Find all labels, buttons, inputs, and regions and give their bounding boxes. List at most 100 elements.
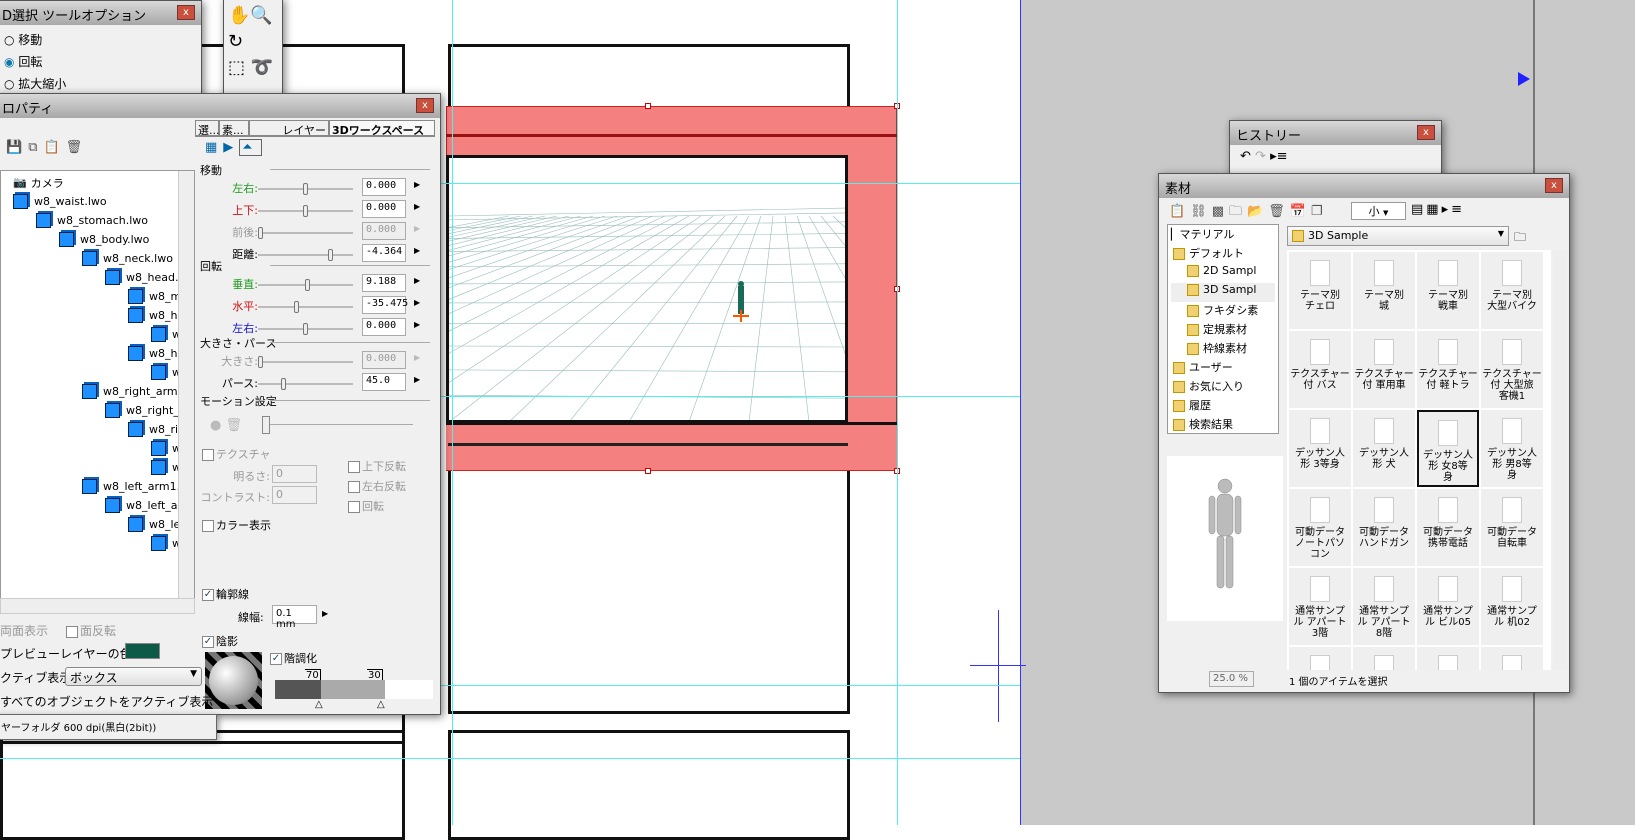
- redo-icon[interactable]: ↷: [1255, 149, 1266, 164]
- param-value-field[interactable]: 0.000: [362, 178, 406, 196]
- motion-slider-thumb[interactable]: [262, 416, 270, 434]
- param-slider[interactable]: [258, 378, 353, 390]
- zoom-field[interactable]: 25.0 %: [1209, 671, 1254, 687]
- folder-tree-item[interactable]: 2D Sampl: [1171, 264, 1275, 283]
- folder-tree-item[interactable]: 履歴: [1171, 397, 1275, 416]
- folder-tree-item[interactable]: 検索結果: [1171, 416, 1275, 433]
- delete-icon[interactable]: 🗑: [1268, 204, 1290, 219]
- active-display-select[interactable]: ボックス ▼: [65, 667, 202, 686]
- outline-checkbox[interactable]: ✓ 輪郭線: [202, 586, 249, 602]
- material-item[interactable]: [1417, 647, 1479, 670]
- param-value-field[interactable]: 45.0: [362, 373, 406, 391]
- increment-arrow-icon[interactable]: ▶: [414, 276, 420, 285]
- material-item[interactable]: デッサン人 形 犬: [1353, 410, 1415, 487]
- tree-hscrollbar[interactable]: [0, 598, 195, 614]
- folder-tree-item[interactable]: デフォルト: [1171, 245, 1275, 264]
- material-item[interactable]: 可動データ ハンドガン: [1353, 489, 1415, 566]
- gradation-handle-1[interactable]: △: [315, 699, 323, 710]
- slider-thumb[interactable]: [258, 227, 263, 239]
- object-tree[interactable]: 📷 カメラ w8_waist.lwo w8_stomach.lwo w8_body.lw…: [0, 170, 195, 600]
- folder-tree-item[interactable]: 定規素材: [1171, 321, 1275, 340]
- material-item[interactable]: テクスチャー 付 バス: [1289, 331, 1351, 408]
- delete-icon[interactable]: 🗑: [66, 140, 89, 155]
- paste-icon[interactable]: 📋: [1169, 204, 1190, 219]
- param-slider[interactable]: [258, 183, 353, 195]
- face-flip-checkbox[interactable]: 面反転: [66, 622, 116, 639]
- param-slider[interactable]: [258, 249, 353, 261]
- tree-item[interactable]: 📷 カメラ: [13, 173, 64, 192]
- handle[interactable]: [645, 468, 651, 474]
- gradation-bar[interactable]: [275, 680, 433, 699]
- increment-arrow-icon[interactable]: ▶: [414, 224, 420, 233]
- texture-rotate-checkbox[interactable]: 回転: [348, 498, 384, 514]
- slider-thumb[interactable]: [258, 356, 263, 368]
- menu-icon[interactable]: ▸≡: [1442, 202, 1465, 217]
- material-item[interactable]: 通常サンプ ル アパート 3階: [1289, 568, 1351, 645]
- close-button[interactable]: x: [416, 98, 434, 113]
- windows-icon[interactable]: ❐: [1311, 204, 1328, 219]
- folder-tree-item[interactable]: お気に入り: [1171, 378, 1275, 397]
- material-item[interactable]: テーマ別 チェロ: [1289, 252, 1351, 329]
- increment-arrow-icon[interactable]: ▶: [414, 375, 420, 384]
- increment-arrow-icon[interactable]: ▶: [414, 180, 420, 189]
- contrast-field[interactable]: 0: [272, 486, 317, 504]
- all-active-label[interactable]: すべてのオブジェクトをアクティブ表示: [0, 693, 213, 710]
- increment-arrow-icon[interactable]: ▶: [414, 320, 420, 329]
- material-item[interactable]: テーマ別 大型バイク: [1481, 252, 1543, 329]
- material-item[interactable]: 可動データ 自転車: [1481, 489, 1543, 566]
- tab-select[interactable]: 選...: [195, 120, 220, 137]
- gradation-handle-2[interactable]: △: [377, 699, 385, 710]
- param-slider[interactable]: [258, 227, 353, 239]
- ground-icon[interactable]: ⏶: [239, 139, 262, 156]
- lasso-icon[interactable]: ➰: [251, 57, 273, 78]
- copy-icon[interactable]: ⧉: [28, 140, 43, 155]
- param-value-field[interactable]: 0.000: [362, 200, 406, 218]
- increment-arrow-icon[interactable]: ▶: [414, 298, 420, 307]
- folder-tree-item[interactable]: 3D Sampl: [1171, 283, 1275, 302]
- preview-color-swatch[interactable]: [125, 643, 160, 659]
- material-item[interactable]: テーマ別 戦車: [1417, 252, 1479, 329]
- param-value-field[interactable]: -35.475: [362, 296, 408, 314]
- save-icon[interactable]: 💾: [6, 140, 28, 155]
- play-icon[interactable]: ▶: [223, 140, 239, 155]
- material-item[interactable]: デッサン人 形 男8等 身: [1481, 410, 1543, 487]
- material-item[interactable]: テクスチャー 付 軍用車: [1353, 331, 1415, 408]
- material-item[interactable]: テクスチャー 付 軽トラ: [1417, 331, 1479, 408]
- list-view-icon[interactable]: ▤: [1411, 202, 1426, 217]
- increment-arrow-icon[interactable]: ▶: [414, 353, 420, 362]
- folder-tree-item[interactable]: ユーザー: [1171, 359, 1275, 378]
- thumbnail-size-select[interactable]: 小 ▼: [1351, 202, 1406, 220]
- material-item[interactable]: デッサン人 形 女8等 身: [1417, 410, 1479, 487]
- param-slider[interactable]: [258, 323, 353, 335]
- open-folder-icon[interactable]: 📂: [1247, 204, 1268, 219]
- radio-rotate[interactable]: ◉ 回転: [4, 51, 193, 73]
- tab-layer[interactable]: レイヤー: [249, 120, 329, 137]
- 3d-viewport[interactable]: [446, 155, 848, 423]
- increment-arrow-icon[interactable]: ▶: [414, 202, 420, 211]
- material-folder-tree[interactable]: ▏マテリアル デフォルト 2D Sampl 3D Sampl フキダシ素 定規素材 枠線素材…: [1167, 224, 1279, 434]
- param-value-field[interactable]: 0.000: [362, 351, 406, 369]
- radio-scale[interactable]: ○ 拡大縮小: [4, 73, 193, 95]
- close-button[interactable]: x: [1417, 125, 1435, 140]
- increment-arrow-icon[interactable]: ▶: [414, 246, 420, 255]
- material-item[interactable]: [1289, 647, 1351, 670]
- tree-item[interactable]: w8_waist.lwo: [13, 192, 107, 211]
- folder-tree-item[interactable]: 枠線素材: [1171, 340, 1275, 359]
- grid-view-icon[interactable]: ▦: [1426, 202, 1441, 217]
- param-slider[interactable]: [258, 301, 353, 313]
- material-item[interactable]: テーマ別 城: [1353, 252, 1415, 329]
- tree-item[interactable]: w8_stomach.lwo: [36, 211, 148, 230]
- material-scrollbar[interactable]: [1553, 250, 1567, 670]
- slider-thumb[interactable]: [303, 323, 308, 335]
- pattern-icon[interactable]: ▩: [1212, 204, 1229, 219]
- rotate-icon[interactable]: ↻: [228, 31, 243, 52]
- param-value-field[interactable]: 0.000: [362, 318, 406, 336]
- material-item[interactable]: 可動データ ノートパソ コン: [1289, 489, 1351, 566]
- tree-item[interactable]: w8_body.lwo: [59, 230, 149, 249]
- folder-tree-item[interactable]: フキダシ素: [1171, 302, 1275, 321]
- line-width-arrow[interactable]: ▶: [322, 609, 328, 618]
- material-item[interactable]: 通常サンプ ル アパート 8階: [1353, 568, 1415, 645]
- slider-thumb[interactable]: [280, 378, 286, 390]
- param-value-field[interactable]: 0.000: [362, 222, 406, 240]
- calendar-icon[interactable]: 📅: [1290, 204, 1311, 219]
